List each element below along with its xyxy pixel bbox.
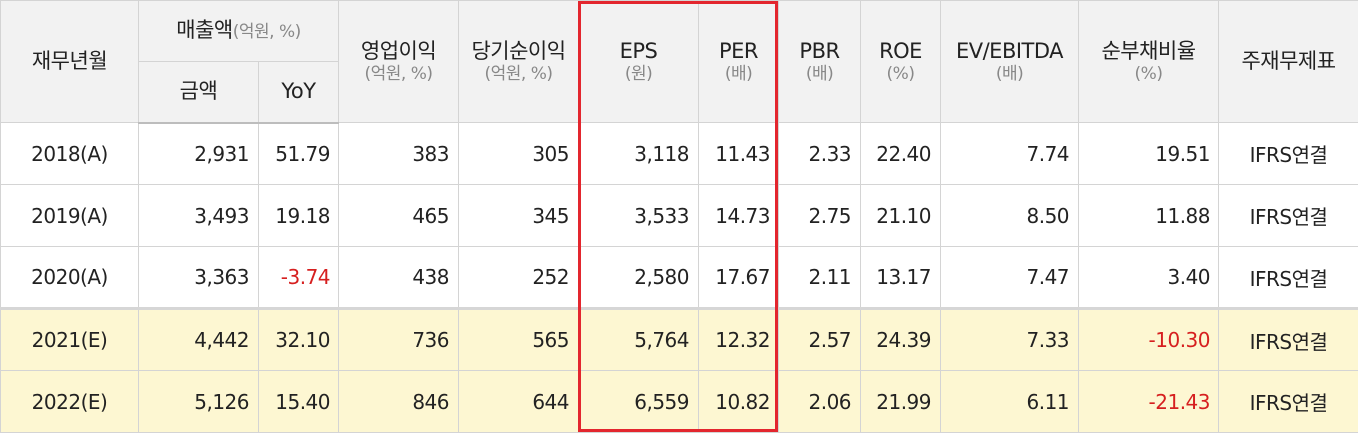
cell-period: 2020(A) <box>1 247 139 309</box>
cell-yoy: 32.10 <box>259 309 339 371</box>
cell-net-income: 345 <box>459 185 579 247</box>
cell-ev-ebitda: 8.50 <box>941 185 1079 247</box>
cell-net-debt-ratio: 3.40 <box>1079 247 1219 309</box>
cell-pbr: 2.06 <box>779 371 861 433</box>
cell-net-debt-ratio: -21.43 <box>1079 371 1219 433</box>
header-pbr: PBR(배) <box>779 1 861 123</box>
cell-net-income: 252 <box>459 247 579 309</box>
header-period: 재무년월 <box>1 1 139 123</box>
cell-pbr: 2.11 <box>779 247 861 309</box>
cell-yoy: 19.18 <box>259 185 339 247</box>
table-row-estimate: 2022(E) 5,126 15.40 846 644 6,559 10.82 … <box>1 371 1358 433</box>
header-revenue-unit: (억원, %) <box>233 22 301 42</box>
cell-operating-profit: 438 <box>339 247 459 309</box>
cell-eps: 5,764 <box>579 309 699 371</box>
cell-per: 10.82 <box>699 371 779 433</box>
cell-revenue: 3,493 <box>139 185 259 247</box>
cell-roe: 22.40 <box>861 123 941 185</box>
cell-revenue: 5,126 <box>139 371 259 433</box>
cell-main-statement: IFRS연결 <box>1219 185 1358 247</box>
table-header: 재무년월 매출액(억원, %) 영업이익(억원, %) 당기순이익(억원, %)… <box>1 1 1358 123</box>
cell-per: 12.32 <box>699 309 779 371</box>
header-revenue-yoy: YoY <box>259 62 339 123</box>
cell-ev-ebitda: 7.47 <box>941 247 1079 309</box>
header-net-income-unit: (억원, %) <box>459 64 578 84</box>
cell-roe: 21.10 <box>861 185 941 247</box>
header-per: PER(배) <box>699 1 779 123</box>
cell-per: 11.43 <box>699 123 779 185</box>
header-roe-unit: (%) <box>861 64 940 84</box>
table-row: 2019(A) 3,493 19.18 465 345 3,533 14.73 … <box>1 185 1358 247</box>
header-ev-ebitda-unit: (배) <box>941 64 1078 84</box>
cell-net-income: 565 <box>459 309 579 371</box>
header-net-debt-ratio-unit: (%) <box>1079 64 1218 84</box>
cell-pbr: 2.33 <box>779 123 861 185</box>
header-eps: EPS(원) <box>579 1 699 123</box>
cell-period: 2019(A) <box>1 185 139 247</box>
header-operating-profit: 영업이익(억원, %) <box>339 1 459 123</box>
cell-operating-profit: 736 <box>339 309 459 371</box>
cell-roe: 13.17 <box>861 247 941 309</box>
cell-period: 2021(E) <box>1 309 139 371</box>
header-ev-ebitda: EV/EBITDA(배) <box>941 1 1079 123</box>
cell-roe: 24.39 <box>861 309 941 371</box>
cell-revenue: 4,442 <box>139 309 259 371</box>
table-row-estimate: 2021(E) 4,442 32.10 736 565 5,764 12.32 … <box>1 309 1358 371</box>
cell-period: 2022(E) <box>1 371 139 433</box>
cell-main-statement: IFRS연결 <box>1219 123 1358 185</box>
cell-eps: 2,580 <box>579 247 699 309</box>
header-revenue: 매출액(억원, %) <box>139 1 339 62</box>
cell-ev-ebitda: 7.74 <box>941 123 1079 185</box>
cell-revenue: 3,363 <box>139 247 259 309</box>
header-revenue-amount: 금액 <box>139 62 259 123</box>
header-main-statement: 주재무제표 <box>1219 1 1358 123</box>
table-row: 2020(A) 3,363 -3.74 438 252 2,580 17.67 … <box>1 247 1358 309</box>
financial-summary-table: 재무년월 매출액(억원, %) 영업이익(억원, %) 당기순이익(억원, %)… <box>0 0 1358 433</box>
cell-ev-ebitda: 7.33 <box>941 309 1079 371</box>
cell-main-statement: IFRS연결 <box>1219 309 1358 371</box>
header-operating-profit-unit: (억원, %) <box>339 64 458 84</box>
header-per-unit: (배) <box>699 64 778 84</box>
cell-yoy: 51.79 <box>259 123 339 185</box>
cell-operating-profit: 846 <box>339 371 459 433</box>
header-net-income: 당기순이익(억원, %) <box>459 1 579 123</box>
header-roe: ROE(%) <box>861 1 941 123</box>
cell-per: 17.67 <box>699 247 779 309</box>
cell-net-debt-ratio: 19.51 <box>1079 123 1219 185</box>
header-pbr-unit: (배) <box>779 64 860 84</box>
cell-yoy: -3.74 <box>259 247 339 309</box>
header-net-debt-ratio: 순부채비율(%) <box>1079 1 1219 123</box>
header-eps-unit: (원) <box>579 64 698 84</box>
cell-revenue: 2,931 <box>139 123 259 185</box>
cell-net-income: 644 <box>459 371 579 433</box>
cell-main-statement: IFRS연결 <box>1219 371 1358 433</box>
cell-net-debt-ratio: -10.30 <box>1079 309 1219 371</box>
cell-net-debt-ratio: 11.88 <box>1079 185 1219 247</box>
cell-yoy: 15.40 <box>259 371 339 433</box>
table-body: 2018(A) 2,931 51.79 383 305 3,118 11.43 … <box>1 123 1358 433</box>
cell-period: 2018(A) <box>1 123 139 185</box>
cell-operating-profit: 383 <box>339 123 459 185</box>
cell-eps: 6,559 <box>579 371 699 433</box>
table-row: 2018(A) 2,931 51.79 383 305 3,118 11.43 … <box>1 123 1358 185</box>
cell-pbr: 2.75 <box>779 185 861 247</box>
cell-roe: 21.99 <box>861 371 941 433</box>
cell-main-statement: IFRS연결 <box>1219 247 1358 309</box>
cell-eps: 3,533 <box>579 185 699 247</box>
cell-operating-profit: 465 <box>339 185 459 247</box>
cell-net-income: 305 <box>459 123 579 185</box>
cell-per: 14.73 <box>699 185 779 247</box>
cell-pbr: 2.57 <box>779 309 861 371</box>
cell-eps: 3,118 <box>579 123 699 185</box>
cell-ev-ebitda: 6.11 <box>941 371 1079 433</box>
